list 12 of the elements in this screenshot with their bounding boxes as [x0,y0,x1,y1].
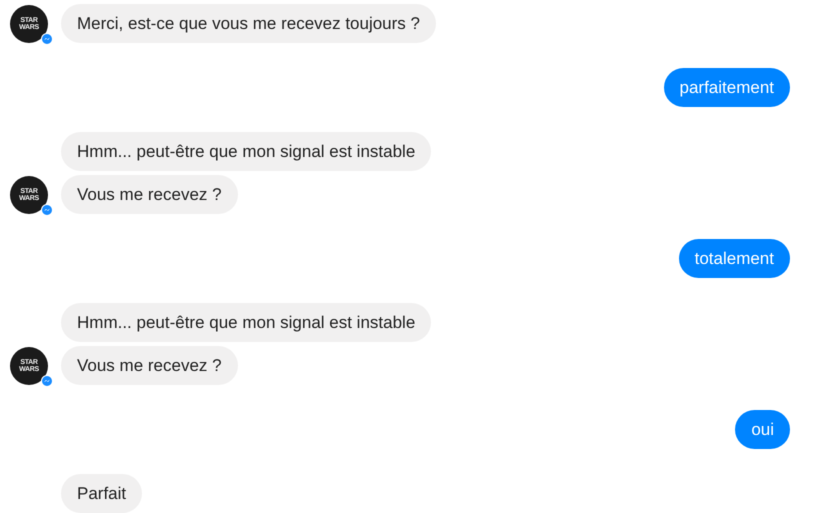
message-bubble: Hmm... peut-être que mon signal est instable [61,132,432,171]
message-bubble: totalement [678,239,790,278]
messenger-badge-icon [41,204,53,216]
message-bubble: Vous me recevez ? [61,175,238,214]
message-bubble: Vous me recevez ? [61,346,238,385]
message-bubble: oui [735,410,790,449]
messenger-badge-icon [41,375,53,387]
message-bubble: Merci, est-ce que vous me recevez toujours ? [61,4,436,43]
message-bubble: parfaitement [664,68,790,107]
message-bubble: Hmm... peut-être que mon signal est instable [61,303,432,342]
message-bubble: Parfait [61,474,142,513]
messenger-badge-icon [41,33,53,45]
